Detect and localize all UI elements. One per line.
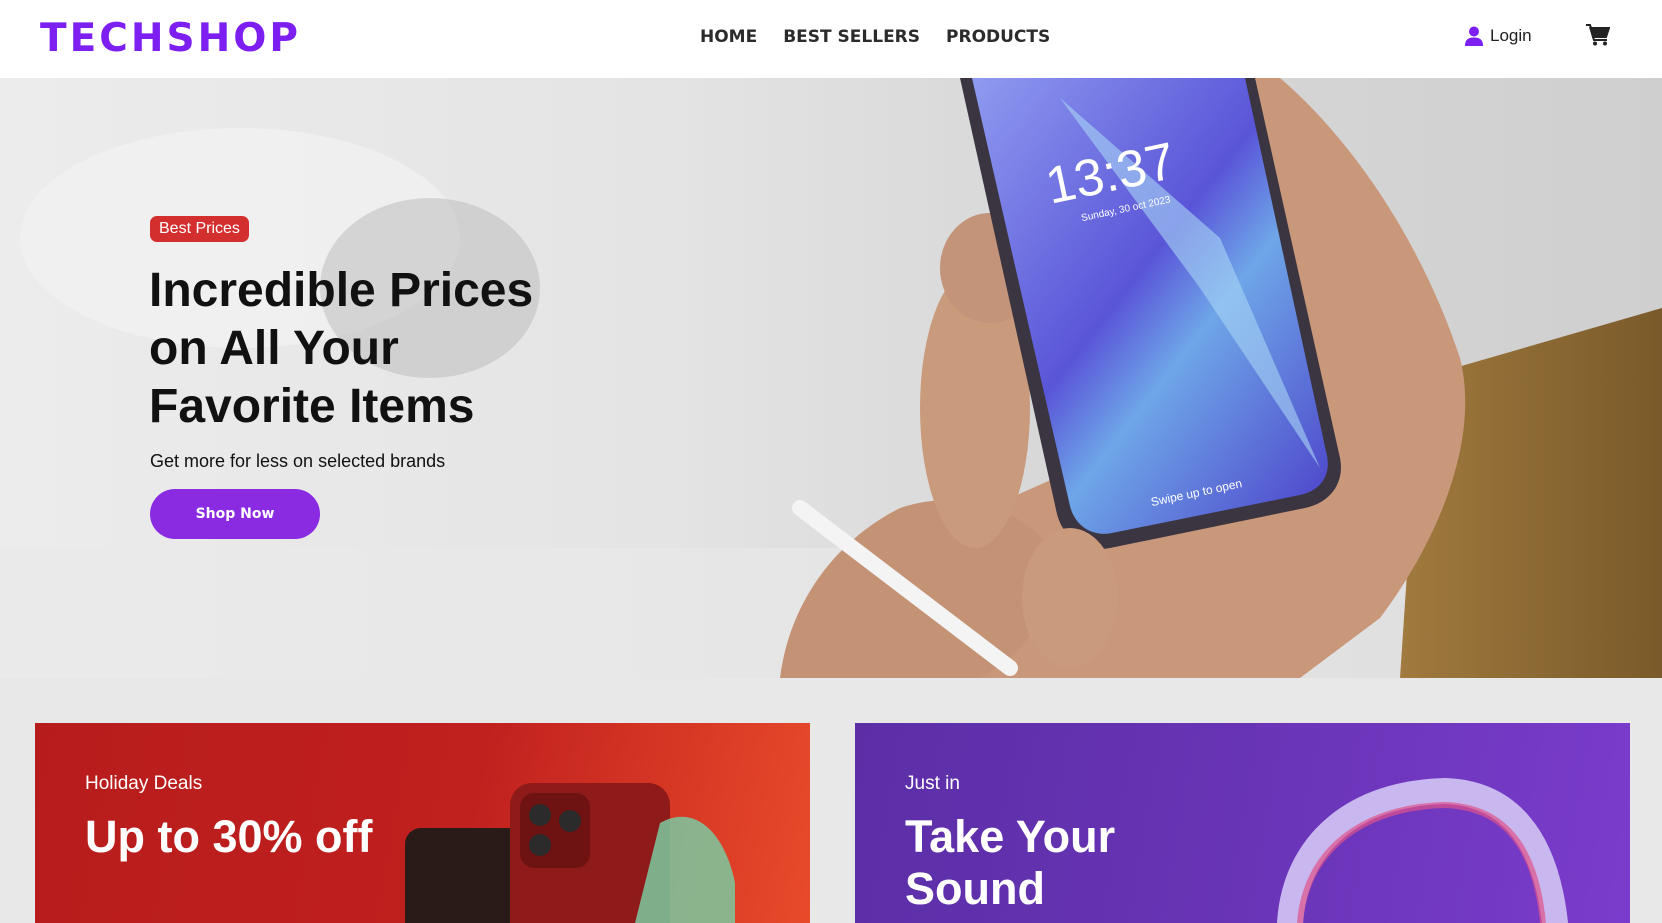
cart-button[interactable] [1586,24,1611,51]
nav-best-sellers[interactable]: BEST SELLERS [783,27,920,47]
site-header: TECHSHOP HOME BEST SELLERS PRODUCTS Logi… [0,0,1662,78]
shop-now-button[interactable]: Shop Now [150,489,320,539]
nav-home[interactable]: HOME [700,27,757,47]
hero-banner: 13:37 Sunday, 30 oct 2023 Swipe up to op… [0,78,1662,678]
promo-kicker: Just in [905,773,960,794]
logo[interactable]: TECHSHOP [40,16,301,61]
login-link[interactable]: Login [1465,26,1532,46]
promo-card-holiday-deals[interactable]: Holiday Deals Up to 30% off [35,723,810,923]
promo-card-just-in[interactable]: Just in Take Your Sound [855,723,1630,923]
best-prices-badge: Best Prices [150,216,249,242]
hero-subtitle: Get more for less on selected brands [150,451,446,471]
login-label: Login [1490,26,1532,45]
hero-title: Incredible Prices on All Your Favorite I… [149,264,534,433]
promo-title: Up to 30% off [85,811,373,862]
main-nav: HOME BEST SELLERS PRODUCTS [700,27,1050,47]
cart-icon [1586,24,1611,46]
promo-kicker: Holiday Deals [85,773,203,794]
promo-title: Take Your Sound [905,811,1116,914]
user-icon [1465,26,1483,46]
nav-products[interactable]: PRODUCTS [946,27,1050,47]
